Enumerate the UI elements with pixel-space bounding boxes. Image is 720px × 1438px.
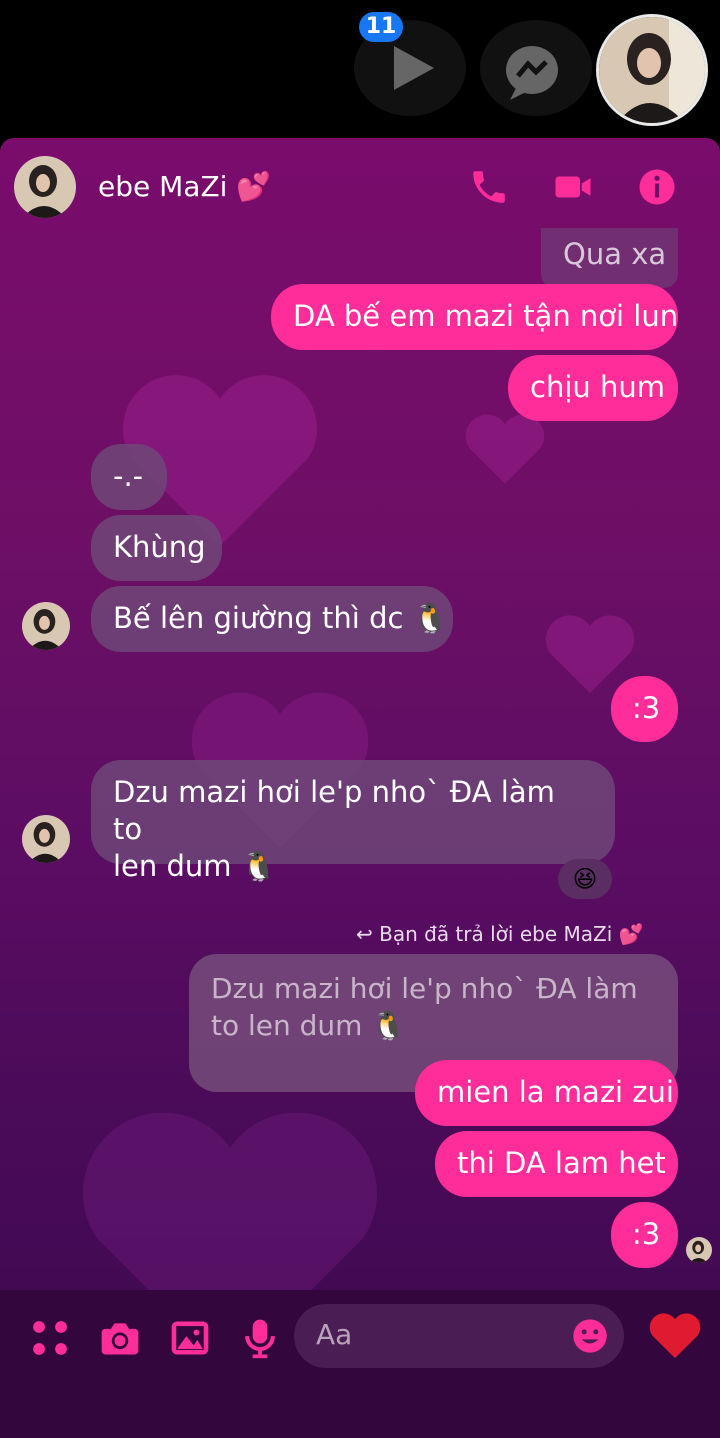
message-input[interactable]: Aa (294, 1304, 624, 1368)
message-text: mien la mazi zui (437, 1075, 674, 1109)
avatar-photo (14, 156, 76, 218)
message-bubble-outgoing[interactable]: :3 (611, 1202, 678, 1268)
phone-icon[interactable] (468, 166, 510, 208)
avatar-photo (22, 602, 70, 650)
seen-avatar (686, 1237, 712, 1263)
message-bubble-outgoing[interactable]: thi DA lam het (435, 1131, 678, 1197)
avatar[interactable] (14, 156, 76, 218)
message-bubble-outgoing[interactable]: :3 (611, 676, 678, 742)
message-text: :3 (632, 691, 661, 725)
avatar-photo (22, 815, 70, 863)
contact-name[interactable]: ebe MaZi 💕 (98, 170, 271, 203)
avatar[interactable] (22, 602, 70, 650)
emoji-icon[interactable] (570, 1316, 610, 1356)
message-bubble-incoming[interactable]: Qua xa (541, 228, 678, 288)
quoted-text-line: to len dum 🐧 (211, 1009, 407, 1042)
message-text: Qua xa (563, 237, 667, 271)
message-text: chịu hum (530, 370, 665, 404)
message-bubble-incoming[interactable]: Khùng (91, 515, 222, 581)
message-bubble-incoming[interactable]: Bế lên giường thì dc 🐧 (91, 586, 453, 652)
apps-menu-icon[interactable] (28, 1316, 72, 1360)
message-bubble-incoming[interactable]: Dzu mazi hơi le'p nho` ĐA làm to len dum… (91, 760, 615, 883)
reaction-badge[interactable]: 😆 (558, 859, 612, 899)
info-icon[interactable] (636, 166, 678, 208)
contact-name-text: ebe MaZi (98, 170, 228, 203)
name-emoji: 💕 (236, 170, 272, 203)
avatar-photo (686, 1237, 712, 1263)
reply-indicator: ↩ Bạn đã trả lời ebe MaZi 💕 (356, 922, 644, 946)
camera-icon[interactable] (98, 1316, 142, 1360)
avatar[interactable] (22, 815, 70, 863)
message-text: Bế lên giường thì dc 🐧 (113, 601, 449, 635)
chat-window: ebe MaZi 💕 Qua xa DA bế em mazi tận nơi … (0, 138, 720, 1438)
notification-badge: 11 (359, 12, 403, 42)
message-bubble-incoming[interactable]: -.- (91, 444, 167, 510)
video-call-icon[interactable] (552, 166, 594, 208)
message-text-line: Dzu mazi hơi le'p nho` ĐA làm to (113, 775, 555, 846)
messenger-chat-head[interactable] (480, 20, 592, 116)
message-text: :3 (632, 1217, 661, 1251)
microphone-icon[interactable] (238, 1316, 282, 1360)
avatar (599, 17, 705, 123)
message-input-placeholder: Aa (316, 1318, 353, 1351)
message-text-line: len dum 🐧 (113, 849, 277, 883)
messenger-icon (506, 46, 558, 100)
message-text: -.- (113, 459, 144, 493)
chat-header: ebe MaZi 💕 (0, 138, 720, 236)
message-bubble-outgoing[interactable]: mien la mazi zui (415, 1060, 678, 1126)
message-bubble-outgoing[interactable]: DA bế em mazi tận nơi lun (271, 284, 678, 350)
quoted-text-line: Dzu mazi hơi le'p nho` ĐA làm (211, 972, 638, 1005)
send-heart-icon[interactable] (648, 1310, 702, 1362)
message-text: DA bế em mazi tận nơi lun (293, 299, 679, 333)
status-overlay: 11 (0, 0, 720, 140)
contact-chat-head[interactable] (596, 14, 708, 126)
message-bubble-outgoing[interactable]: chịu hum (508, 355, 678, 421)
message-text: Khùng (113, 530, 206, 564)
gallery-icon[interactable] (168, 1316, 212, 1360)
message-text: thi DA lam het (457, 1146, 666, 1180)
